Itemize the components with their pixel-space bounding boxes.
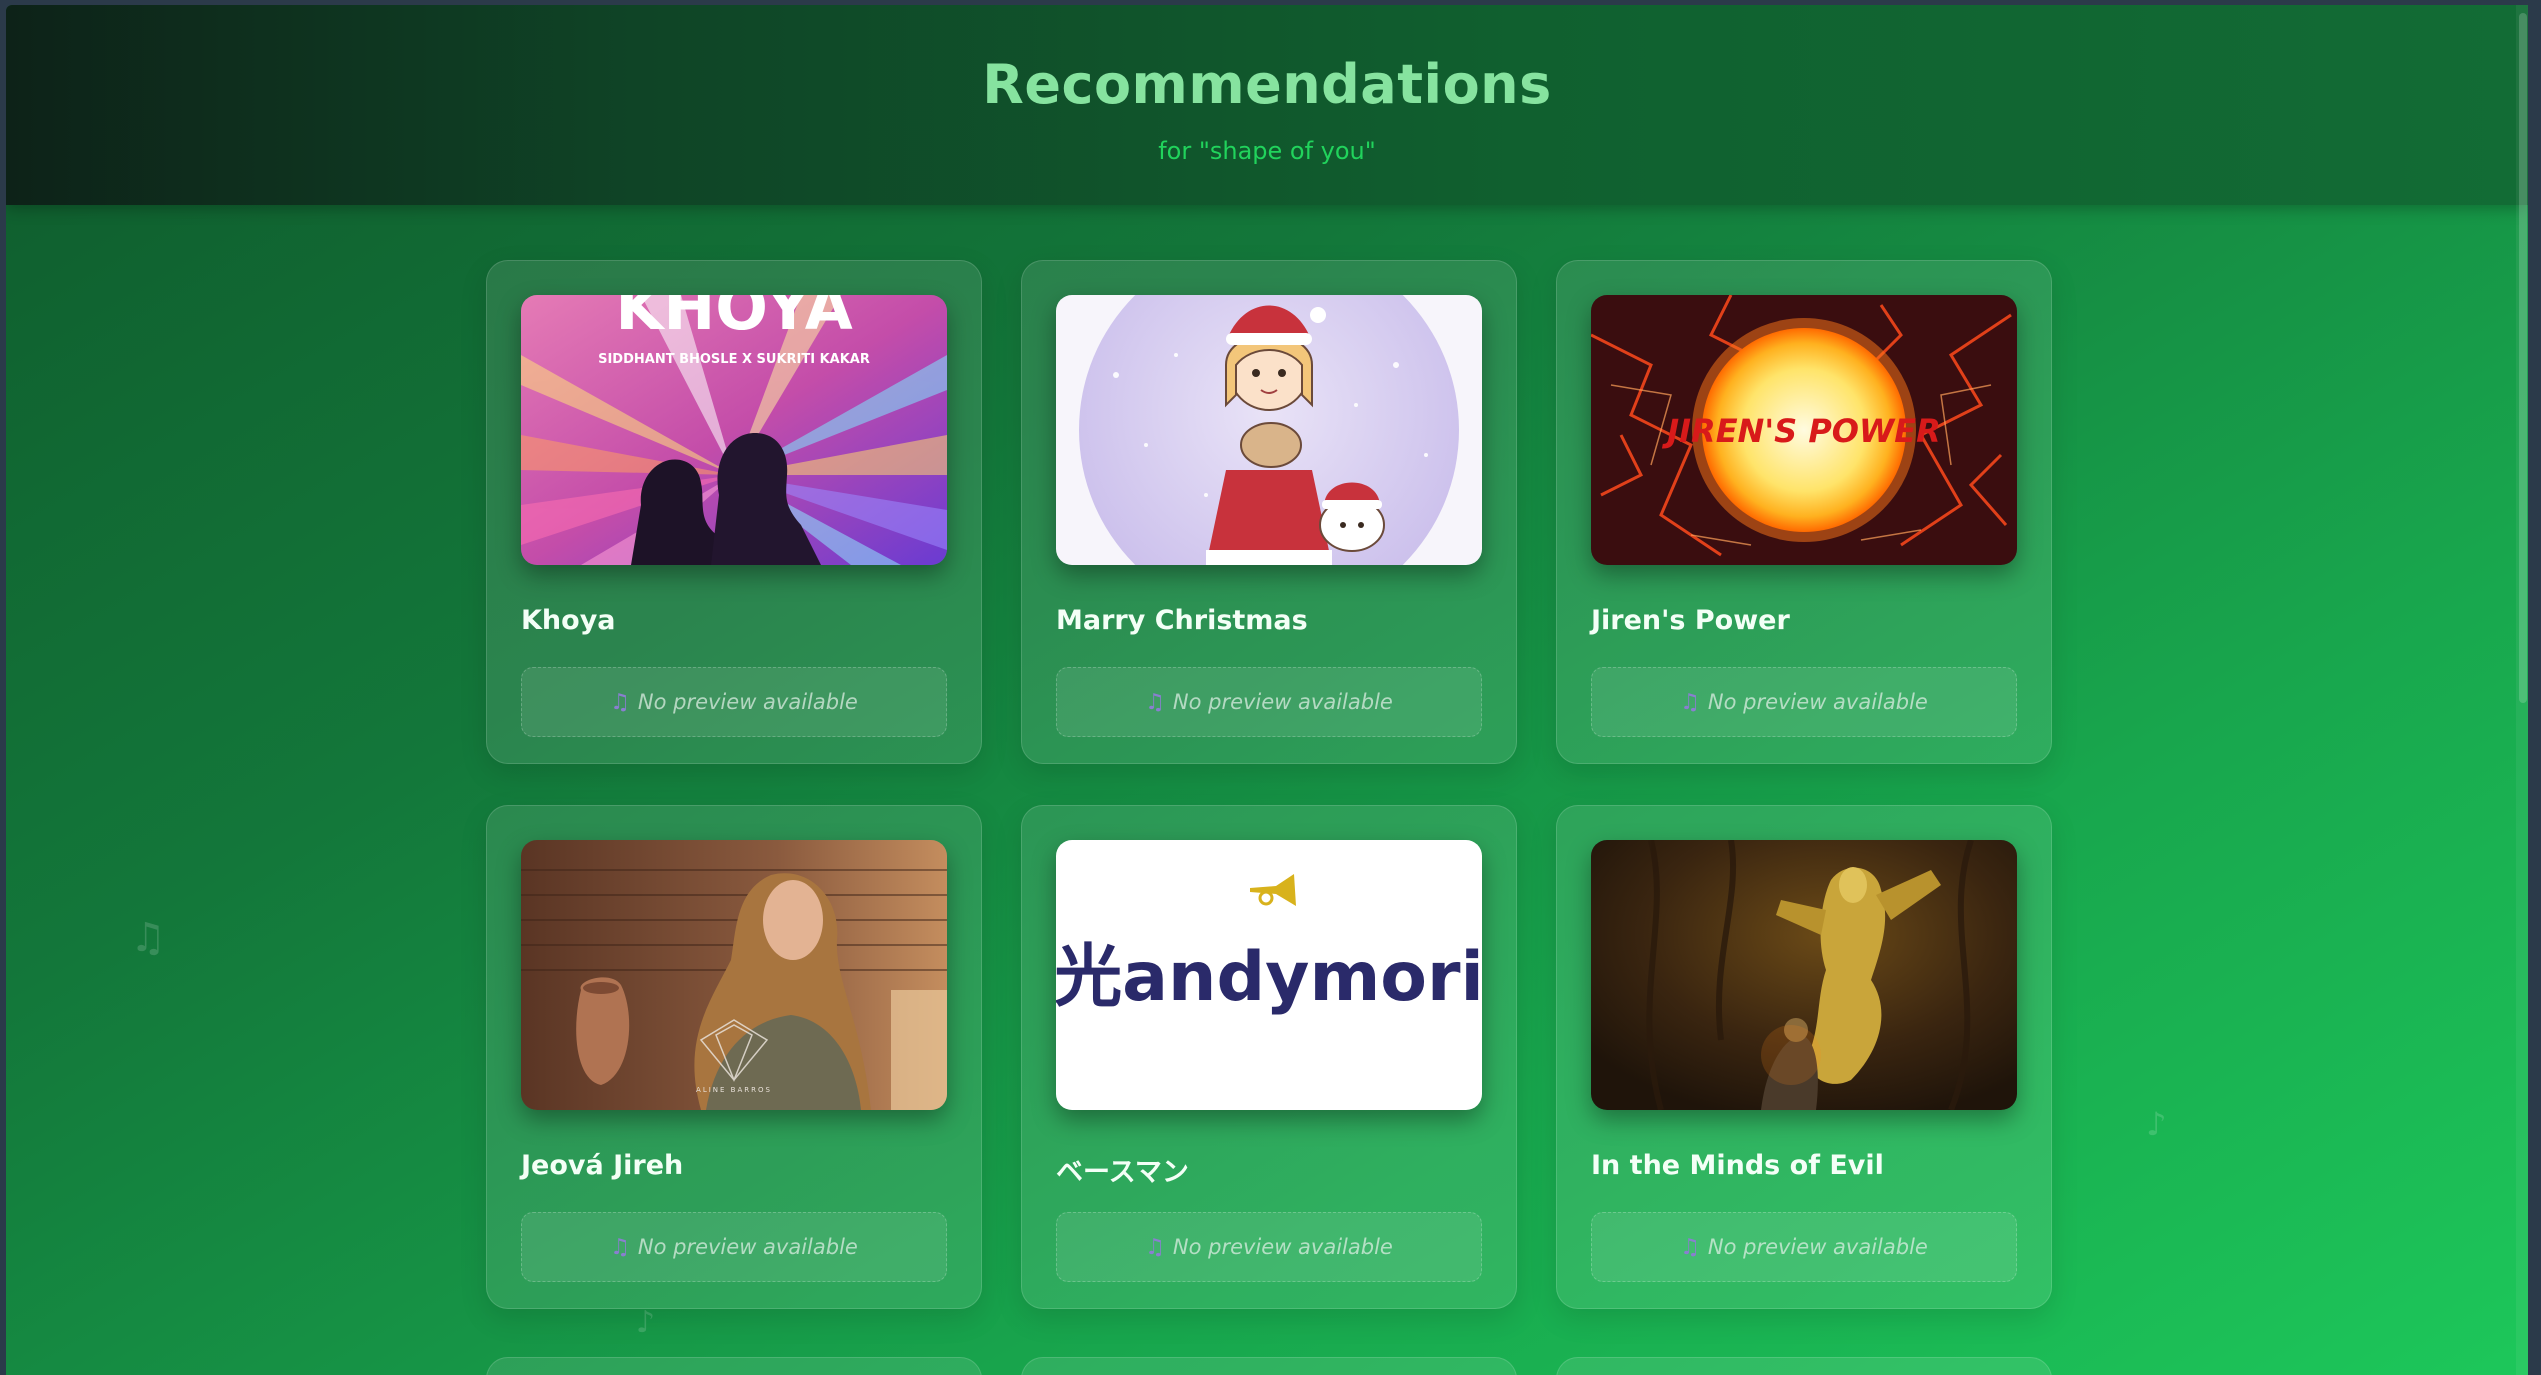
- album-art-khoya[interactable]: KHOYA SIDDHANT BHOSLE X SUKRITI KAKAR: [521, 295, 947, 565]
- track-title: Marry Christmas: [1056, 605, 1308, 636]
- scrollbar-thumb[interactable]: [2519, 13, 2527, 703]
- page-title: Recommendations: [982, 53, 1552, 116]
- track-card[interactable]: In the Minds of Evil ♫ No preview availa…: [1556, 805, 2052, 1309]
- no-preview-label: No preview available: [1707, 690, 1928, 714]
- track-card[interactable]: Marry Christmas ♫ No preview available: [1021, 260, 1517, 764]
- album-art-marry-christmas[interactable]: [1056, 295, 1482, 565]
- music-note-icon: ♫: [1145, 1234, 1165, 1260]
- album-art-baseman[interactable]: 光andymori: [1056, 840, 1482, 1110]
- track-card[interactable]: KHOYA SIDDHANT BHOSLE X SUKRITI KAKAR Kh…: [486, 260, 982, 764]
- no-preview-box: ♫ No preview available: [1591, 667, 2017, 737]
- no-preview-box: ♫ No preview available: [1056, 1212, 1482, 1282]
- album-art-jirens-power[interactable]: JIREN'S POWER: [1591, 295, 2017, 565]
- no-preview-label: No preview available: [637, 690, 858, 714]
- no-preview-box: ♫ No preview available: [1056, 667, 1482, 737]
- album-art-logo: 光andymori: [1056, 938, 1482, 1017]
- album-art-credits: SIDDHANT BHOSLE X SUKRITI KAKAR: [598, 352, 870, 367]
- music-note-icon: ♫: [1680, 689, 1700, 715]
- page-subtitle: for "shape of you": [1158, 137, 1376, 165]
- track-title: In the Minds of Evil: [1591, 1150, 1884, 1181]
- track-title: ベースマン: [1056, 1157, 1189, 1188]
- track-title: Jeová Jireh: [521, 1150, 684, 1181]
- track-card-partial[interactable]: [1021, 1357, 1517, 1375]
- no-preview-label: No preview available: [1172, 1235, 1393, 1259]
- no-preview-box: ♫ No preview available: [521, 1212, 947, 1282]
- page-header: Recommendations for "shape of you": [6, 5, 2528, 205]
- no-preview-label: No preview available: [1707, 1235, 1928, 1259]
- track-card-partial[interactable]: [486, 1357, 982, 1375]
- no-preview-label: No preview available: [1172, 690, 1393, 714]
- music-note-icon: ♫: [610, 1234, 630, 1260]
- track-title: Khoya: [521, 605, 616, 636]
- album-art-in-the-minds-of-evil[interactable]: [1591, 840, 2017, 1110]
- track-card-partial[interactable]: [1556, 1357, 2052, 1375]
- track-card[interactable]: ALINE BARROS Jeová Jireh ♫ No preview av…: [486, 805, 982, 1309]
- music-note-icon: ♫: [1145, 689, 1165, 715]
- scrollbar[interactable]: [2516, 5, 2528, 1375]
- no-preview-box: ♫ No preview available: [1591, 1212, 2017, 1282]
- album-art-headline: KHOYA: [615, 295, 852, 344]
- no-preview-label: No preview available: [637, 1235, 858, 1259]
- album-art-headline: JIREN'S POWER: [1661, 412, 1941, 450]
- music-note-icon: ♫: [1680, 1234, 1700, 1260]
- floating-note-icon: ♪: [636, 1305, 656, 1340]
- next-row-cards: [486, 1357, 2052, 1375]
- no-preview-box: ♫ No preview available: [521, 667, 947, 737]
- floating-note-icon: ♪: [2146, 1105, 2167, 1143]
- recommendations-grid: KHOYA SIDDHANT BHOSLE X SUKRITI KAKAR Kh…: [486, 260, 2052, 1309]
- app-window: Recommendations for "shape of you" ♫ ♪ ♪: [6, 5, 2528, 1375]
- album-art-jeova-jireh[interactable]: ALINE BARROS: [521, 840, 947, 1110]
- album-art-logo: ALINE BARROS: [696, 1086, 772, 1094]
- track-card[interactable]: 光andymori ベースマン ♫ No preview available: [1021, 805, 1517, 1309]
- floating-note-icon: ♫: [130, 915, 166, 961]
- track-title: Jiren's Power: [1591, 605, 1790, 636]
- track-card[interactable]: JIREN'S POWER Jiren's Power ♫ No preview…: [1556, 260, 2052, 764]
- music-note-icon: ♫: [610, 689, 630, 715]
